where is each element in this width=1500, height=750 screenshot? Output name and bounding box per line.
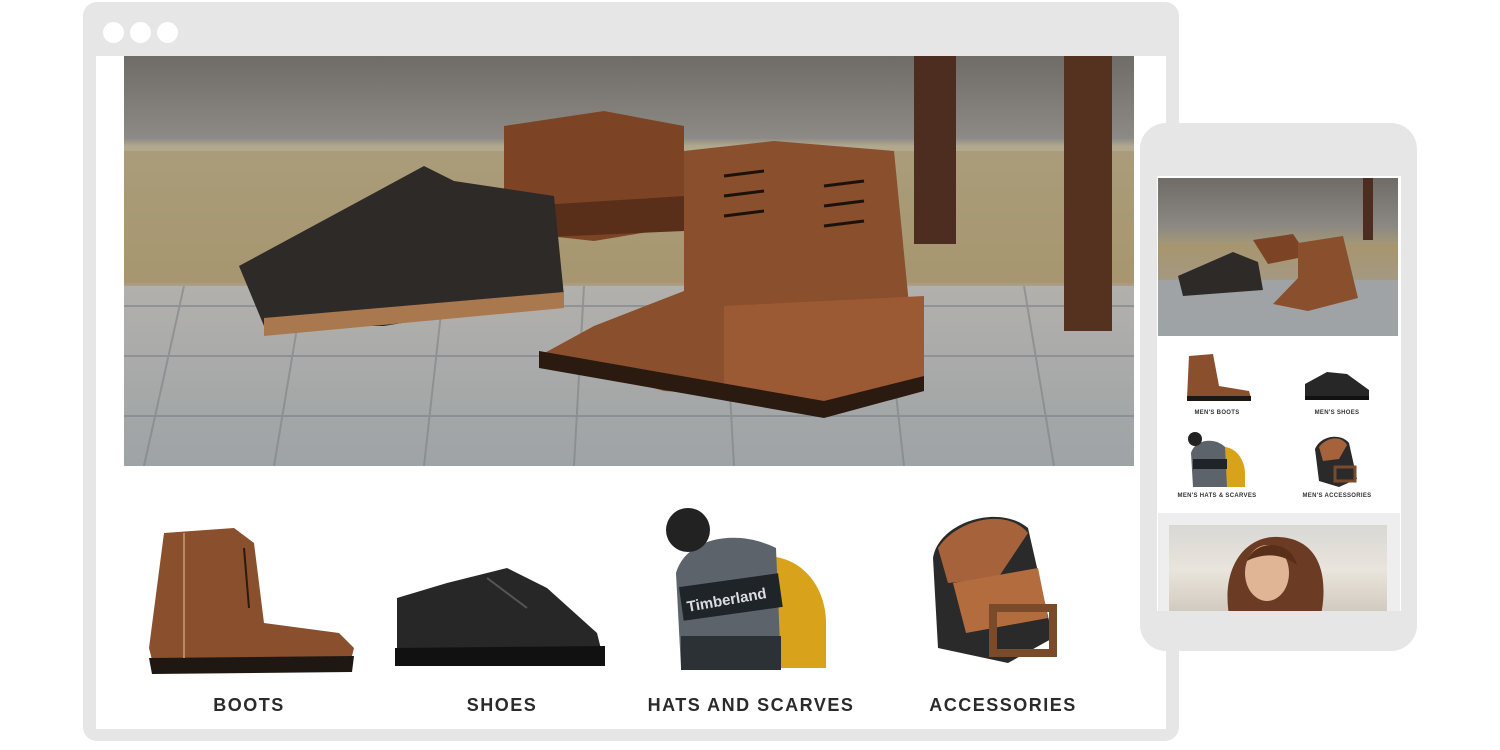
chair-leg-left [914,56,956,244]
browser-viewport: BOOTS SHOES Timberland HATS AND SCARVES … [96,56,1166,729]
mobile-boot-icon [1187,354,1251,401]
mobile-belt-icon [1315,436,1357,487]
boot-icon [149,528,354,674]
hero-image[interactable] [124,56,1134,466]
category-boots-label: BOOTS [213,695,285,715]
category-boots[interactable]: BOOTS [124,476,374,729]
category-shoes[interactable]: SHOES [377,476,627,729]
mobile-category-shoes-label: MEN'S SHOES [1314,410,1360,416]
window-controls [103,22,178,43]
mobile-banner-image[interactable] [1169,525,1387,611]
category-hats-label: HATS AND SCARVES [647,695,855,715]
close-dot[interactable] [103,22,124,43]
mobile-category-boots[interactable]: MEN'S BOOTS [1157,346,1277,426]
phone-screen: MEN'S BOOTS MEN'S SHOES MEN'S HATS & SCA… [1157,176,1401,611]
woman-portrait-illustration [1227,536,1324,611]
maximize-dot[interactable] [157,22,178,43]
mobile-category-hats-label: MEN'S HATS & SCARVES [1177,493,1257,499]
chair-leg-right [1064,56,1112,331]
category-grid: BOOTS SHOES Timberland HATS AND SCARVES … [124,476,1134,729]
mobile-hero-illustration [1158,178,1398,311]
mobile-banner-section [1158,513,1400,611]
mobile-category-accessories[interactable]: MEN'S ACCESSORIES [1277,429,1397,509]
mobile-category-shoes[interactable]: MEN'S SHOES [1277,346,1397,426]
hero-illustration [124,56,1134,466]
mobile-shoe-icon [1305,372,1369,400]
shoe-icon [395,568,605,666]
category-hats-and-scarves[interactable]: Timberland HATS AND SCARVES [626,476,876,729]
mobile-category-hats[interactable]: MEN'S HATS & SCARVES [1157,429,1277,509]
mobile-category-accessories-label: MEN'S ACCESSORIES [1302,493,1372,499]
category-shoes-label: SHOES [466,695,538,715]
belt-icon [933,516,1057,663]
category-accessories-label: ACCESSORIES [929,695,1077,715]
mobile-beanie-icon [1188,432,1245,487]
browser-window: BOOTS SHOES Timberland HATS AND SCARVES … [83,2,1179,741]
mobile-hero-image[interactable] [1158,178,1398,336]
phone-frame: MEN'S BOOTS MEN'S SHOES MEN'S HATS & SCA… [1140,123,1417,651]
minimize-dot[interactable] [130,22,151,43]
beanie-icon: Timberland [666,508,826,670]
category-accessories[interactable]: ACCESSORIES [878,476,1128,729]
mobile-category-boots-label: MEN'S BOOTS [1194,410,1240,416]
